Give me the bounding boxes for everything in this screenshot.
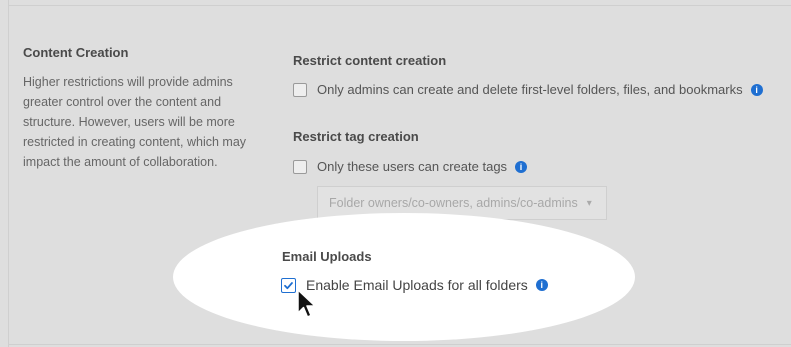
restrict-tags-label[interactable]: Only these users can create tags — [317, 159, 507, 174]
restrict-tags-checkbox[interactable] — [293, 159, 307, 174]
restrict-content-checkbox[interactable] — [293, 82, 307, 97]
panel-left-border — [8, 0, 9, 347]
email-uploads-checkbox[interactable] — [281, 277, 296, 293]
email-uploads-label[interactable]: Enable Email Uploads for all folders — [306, 277, 528, 293]
info-icon[interactable]: i — [515, 160, 528, 173]
section-info: Content Creation Higher restrictions wil… — [23, 45, 268, 172]
restrict-content-option[interactable]: Only admins can create and delete first-… — [293, 82, 763, 97]
info-icon[interactable]: i — [535, 279, 548, 291]
restrict-content-title: Restrict content creation — [293, 53, 447, 68]
mouse-pointer-icon — [297, 289, 316, 318]
restrict-tags-option[interactable]: Only these users can create tags i — [293, 159, 528, 174]
section-description: Higher restrictions will provide admins … — [23, 75, 247, 169]
info-icon[interactable]: i — [750, 83, 763, 96]
section-title: Content Creation — [23, 45, 129, 60]
email-uploads-option[interactable]: Enable Email Uploads for all folders i — [281, 277, 548, 293]
checkmark-icon — [284, 281, 293, 289]
chevron-down-icon: ▾ — [586, 197, 592, 209]
restrict-tags-title: Restrict tag creation — [293, 129, 419, 144]
panel-bottom-border — [8, 344, 791, 345]
tag-creators-select-value: Folder owners/co-owners, admins/co-admin… — [329, 196, 578, 210]
top-panel-edge — [8, 0, 791, 6]
restrict-content-label[interactable]: Only admins can create and delete first-… — [317, 82, 743, 97]
email-uploads-title: Email Uploads — [282, 249, 372, 264]
